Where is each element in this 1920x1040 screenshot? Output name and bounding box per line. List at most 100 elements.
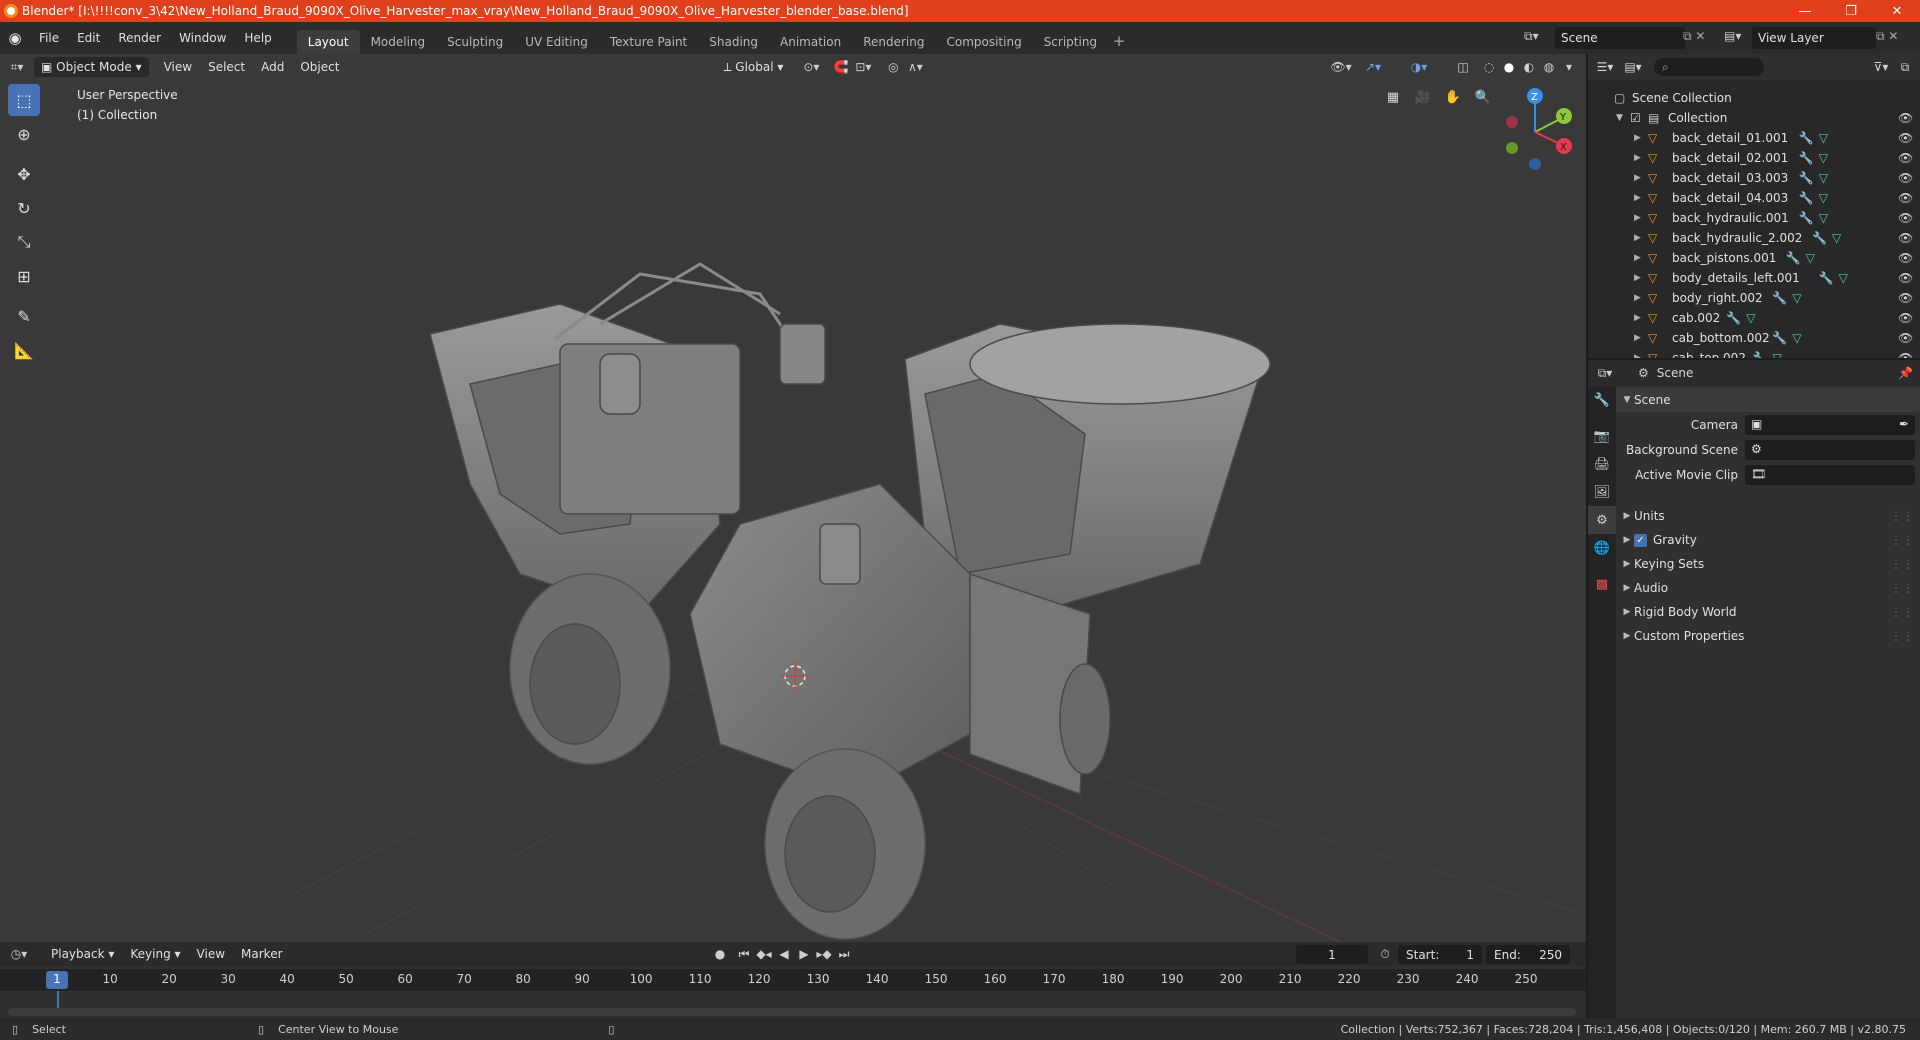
annotate-tool-icon[interactable]: ✎: [8, 300, 40, 332]
menu-add[interactable]: Add: [254, 57, 291, 77]
xray-toggle-icon[interactable]: ◫: [1452, 57, 1474, 77]
panel-units[interactable]: ▶ Units ⋮⋮: [1616, 504, 1920, 528]
falloff-icon[interactable]: ∧▾: [904, 57, 926, 77]
cursor-tool-icon[interactable]: ⊕: [8, 118, 40, 150]
scene-new-close-icon[interactable]: ⧉ ✕: [1683, 29, 1717, 44]
chevron-right-icon[interactable]: ▶: [1634, 233, 1641, 243]
drag-handle-icon[interactable]: ⋮⋮: [1890, 629, 1914, 643]
scene-selector[interactable]: Scene: [1555, 27, 1685, 49]
menu-edit[interactable]: Edit: [68, 22, 109, 54]
chevron-right-icon[interactable]: ▶: [1634, 353, 1641, 358]
chevron-right-icon[interactable]: ▶: [1634, 153, 1641, 163]
eye-icon[interactable]: 👁: [1898, 231, 1913, 245]
measure-tool-icon[interactable]: 📐: [8, 334, 40, 366]
material-shading-icon[interactable]: ◐: [1518, 57, 1540, 77]
chevron-right-icon[interactable]: ▶: [1634, 193, 1641, 203]
blender-menu-icon[interactable]: ◉: [0, 22, 30, 54]
prev-keyframe-icon[interactable]: ◆◂: [753, 944, 775, 964]
end-frame-field[interactable]: End: 250: [1486, 945, 1570, 964]
outliner-object-row[interactable]: ▶ ▽ 🔧 ▽ 👁 back_detail_01.001: [1588, 128, 1920, 148]
close-button[interactable]: ✕: [1874, 0, 1920, 22]
neg-z-axis-handle[interactable]: [1529, 158, 1541, 170]
menu-timeline-view[interactable]: View: [190, 944, 232, 964]
3d-viewport[interactable]: ⌗▾ ▣ Object Mode ▾ View Select Add Objec…: [0, 54, 1586, 942]
mode-selector[interactable]: ▣ Object Mode ▾: [34, 57, 149, 77]
menu-render[interactable]: Render: [109, 22, 170, 54]
eye-icon[interactable]: 👁: [1898, 331, 1913, 345]
timeline-scrollbar[interactable]: [8, 1008, 1576, 1016]
eye-icon[interactable]: 👁: [1898, 311, 1913, 325]
view-layer-tab-icon[interactable]: 🖼: [1588, 478, 1616, 506]
render-tab-icon[interactable]: 📷: [1588, 422, 1616, 450]
transform-orientation-selector[interactable]: ⟂ Global ▾: [716, 57, 790, 77]
panel-keying-sets[interactable]: ▶ Keying Sets ⋮⋮: [1616, 552, 1920, 576]
toggle-ortho-icon[interactable]: ▦: [1380, 84, 1406, 110]
solid-shading-icon[interactable]: ●: [1498, 57, 1520, 77]
eye-icon[interactable]: 👁: [1898, 251, 1913, 265]
eye-icon[interactable]: 👁: [1898, 271, 1913, 285]
record-icon[interactable]: ●: [709, 944, 731, 964]
play-icon[interactable]: ▶: [793, 944, 815, 964]
menu-window[interactable]: Window: [170, 22, 235, 54]
eye-icon[interactable]: 👁: [1898, 111, 1913, 125]
editor-type-icon[interactable]: ⌗▾: [6, 57, 28, 77]
eye-icon[interactable]: 👁: [1898, 171, 1913, 185]
menu-marker[interactable]: Marker: [234, 944, 289, 964]
jump-start-icon[interactable]: ⏮: [733, 944, 755, 964]
panel-custom-properties[interactable]: ▶ Custom Properties ⋮⋮: [1616, 624, 1920, 648]
preview-range-icon[interactable]: ⏱: [1374, 944, 1396, 964]
tab-sculpting[interactable]: Sculpting: [436, 30, 514, 54]
move-tool-icon[interactable]: ✥: [8, 158, 40, 190]
tab-shading[interactable]: Shading: [698, 30, 769, 54]
visibility-icon[interactable]: 👁▾: [1330, 57, 1352, 77]
camera-view-icon[interactable]: 🎥: [1410, 84, 1436, 110]
scale-tool-icon[interactable]: ⤡: [8, 226, 40, 258]
chevron-right-icon[interactable]: ▶: [1634, 253, 1641, 263]
panel-audio[interactable]: ▶ Audio ⋮⋮: [1616, 576, 1920, 600]
outliner-search-input[interactable]: ⌕: [1654, 58, 1764, 76]
pan-view-icon[interactable]: ✋: [1440, 84, 1466, 110]
output-tab-icon[interactable]: 🖨: [1588, 450, 1616, 478]
eye-icon[interactable]: 👁: [1898, 291, 1913, 305]
new-collection-icon[interactable]: ⧉: [1894, 57, 1916, 77]
drag-handle-icon[interactable]: ⋮⋮: [1890, 581, 1914, 595]
maximize-button[interactable]: ❐: [1828, 0, 1874, 22]
world-tab-icon[interactable]: 🌐: [1588, 534, 1616, 562]
snap-icon[interactable]: 🧲: [830, 57, 852, 77]
tab-compositing[interactable]: Compositing: [935, 30, 1032, 54]
rotate-tool-icon[interactable]: ↻: [8, 192, 40, 224]
eyedropper-icon[interactable]: ✒: [1899, 417, 1909, 431]
jump-end-icon[interactable]: ⏭: [833, 944, 855, 964]
play-reverse-icon[interactable]: ◀: [773, 944, 795, 964]
outliner-object-row[interactable]: ▶ ▽ 🔧 ▽ 👁 body_right.002: [1588, 288, 1920, 308]
drag-handle-icon[interactable]: ⋮⋮: [1890, 533, 1914, 547]
menu-help[interactable]: Help: [235, 22, 280, 54]
menu-playback[interactable]: Playback ▾: [44, 944, 121, 964]
eye-icon[interactable]: 👁: [1898, 131, 1913, 145]
eye-icon[interactable]: 👁: [1898, 211, 1913, 225]
menu-view[interactable]: View: [157, 57, 199, 77]
neg-y-axis-handle[interactable]: [1506, 142, 1518, 154]
outliner-object-row[interactable]: ▶ ▽ 🔧 ▽ 👁 back_detail_02.001: [1588, 148, 1920, 168]
chevron-right-icon[interactable]: ▶: [1634, 313, 1641, 323]
drag-handle-icon[interactable]: ⋮⋮: [1890, 509, 1914, 523]
eye-icon[interactable]: 👁: [1898, 351, 1913, 358]
tab-uv-editing[interactable]: UV Editing: [514, 30, 599, 54]
tab-animation[interactable]: Animation: [769, 30, 852, 54]
display-mode-icon[interactable]: ▤▾: [1622, 57, 1644, 77]
next-keyframe-icon[interactable]: ▸◆: [813, 944, 835, 964]
tab-modeling[interactable]: Modeling: [360, 30, 437, 54]
neg-x-axis-handle[interactable]: [1506, 116, 1518, 128]
outliner-object-row[interactable]: ▶ ▽ 🔧 ▽ 👁 back_hydraulic_2.002: [1588, 228, 1920, 248]
outliner-object-row[interactable]: ▶ ▽ 🔧 ▽ 👁 back_detail_04.003: [1588, 188, 1920, 208]
proportional-edit-icon[interactable]: ◎: [882, 57, 904, 77]
camera-field[interactable]: ▣ ✒: [1745, 415, 1915, 435]
wireframe-shading-icon[interactable]: ◌: [1478, 57, 1500, 77]
tab-rendering[interactable]: Rendering: [852, 30, 935, 54]
outliner-object-row[interactable]: ▶ ▽ 🔧 ▽ 👁 back_pistons.001: [1588, 248, 1920, 268]
pin-icon[interactable]: 📌: [1898, 366, 1913, 380]
chevron-right-icon[interactable]: ▶: [1634, 213, 1641, 223]
current-frame-field[interactable]: 1: [1296, 945, 1368, 964]
scene-tab-icon[interactable]: ⚙: [1588, 506, 1616, 534]
tool-tab-icon[interactable]: 🔧: [1588, 386, 1616, 414]
